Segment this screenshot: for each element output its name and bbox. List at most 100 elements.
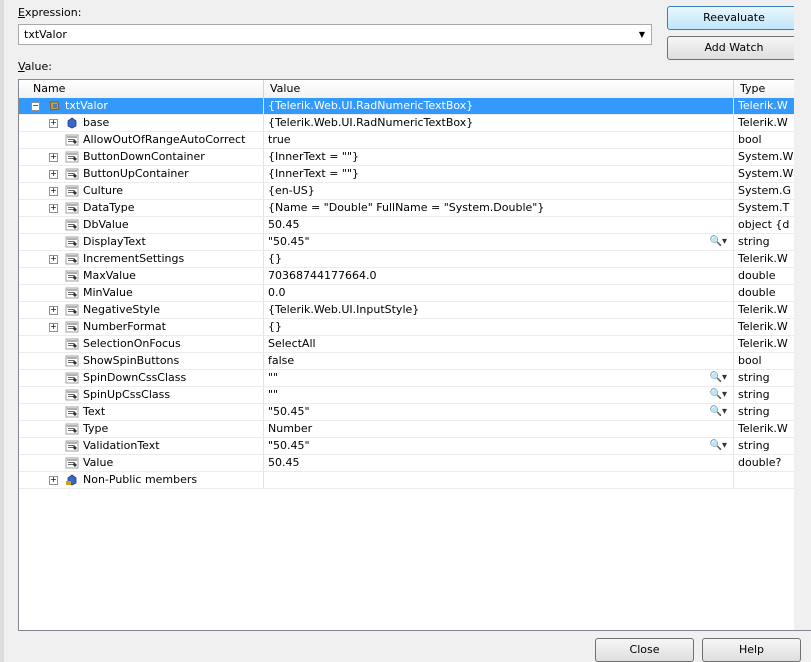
table-row[interactable]: Type Number Telerik.W (19, 421, 810, 438)
table-row[interactable]: SpinUpCssClass "" 🔍▾ string (19, 387, 810, 404)
property-icon (65, 219, 79, 231)
property-icon (65, 185, 79, 197)
collapse-icon[interactable]: − (31, 102, 40, 111)
close-button[interactable]: Close (595, 638, 694, 662)
expand-icon[interactable]: + (49, 323, 58, 332)
text-visualizer-icon[interactable]: 🔍▾ (710, 387, 727, 403)
expand-icon[interactable]: + (49, 119, 58, 128)
row-name: NegativeStyle (83, 303, 160, 316)
row-value: {Name = "Double" FullName = "System.Doub… (268, 201, 545, 214)
table-row[interactable]: DisplayText "50.45" 🔍▾ string (19, 234, 810, 251)
text-visualizer-icon[interactable]: 🔍▾ (710, 404, 727, 420)
table-row[interactable]: + NumberFormat{} Telerik.W (19, 319, 810, 336)
row-value: "50.45" (268, 235, 310, 248)
row-name: IncrementSettings (83, 252, 185, 265)
table-row[interactable]: ShowSpinButtons false bool (19, 353, 810, 370)
row-value: 70368744177664.0 (268, 269, 377, 282)
table-row[interactable]: + Culture {en-US} System.G (19, 183, 810, 200)
value-grid: Name Value Type − txtValor {Telerik.Web.UI… (18, 79, 811, 631)
column-header-value[interactable]: Value (264, 80, 734, 98)
expression-label: Expression: (18, 6, 82, 19)
table-row[interactable]: AllowOutOfRangeAutoCorrect true bool (19, 132, 810, 149)
expand-icon[interactable]: + (49, 153, 58, 162)
row-name-cell: SpinDownCssClass (19, 370, 264, 386)
table-row[interactable]: + NegativeStyle {Telerik.Web.UI.InputStyle… (19, 302, 810, 319)
dropdown-arrow-icon[interactable]: ▼ (635, 27, 649, 42)
row-value-cell[interactable]: 0.0 (264, 285, 734, 301)
reevaluate-button[interactable]: Reevaluate (667, 6, 801, 30)
column-header-name[interactable]: Name (19, 80, 264, 98)
row-value-cell[interactable]: {InnerText = ""} (264, 166, 734, 182)
row-value-cell[interactable]: {en-US} (264, 183, 734, 199)
row-name-cell: + Culture (19, 183, 264, 199)
help-button[interactable]: Help (702, 638, 801, 662)
table-row[interactable]: − txtValor {Telerik.Web.UI.RadNumericTextB… (19, 98, 810, 115)
expression-input[interactable]: txtValor (24, 28, 67, 41)
value-label: Value: (18, 60, 52, 73)
row-value-cell[interactable]: {Telerik.Web.UI.InputStyle} (264, 302, 734, 318)
row-name: AllowOutOfRangeAutoCorrect (83, 133, 246, 146)
row-value-cell[interactable]: SelectAll (264, 336, 734, 352)
row-value-cell[interactable]: false (264, 353, 734, 369)
table-row[interactable]: Text "50.45" 🔍▾ string (19, 404, 810, 421)
table-row[interactable]: + DataType {Name = "Double" FullName = "Sy… (19, 200, 810, 217)
property-icon (65, 321, 79, 333)
table-row[interactable]: DbValue 50.45 object {d (19, 217, 810, 234)
expand-icon[interactable]: + (49, 476, 58, 485)
add-watch-button[interactable]: Add Watch (667, 36, 801, 60)
table-row[interactable]: MinValue 0.0 double (19, 285, 810, 302)
table-row[interactable]: Value 50.45 double? (19, 455, 810, 472)
row-value: {en-US} (268, 184, 315, 197)
row-value-cell[interactable]: "50.45" 🔍▾ (264, 404, 734, 420)
row-value-cell[interactable]: Number (264, 421, 734, 437)
row-value-cell[interactable]: {Telerik.Web.UI.RadNumericTextBox} (264, 115, 734, 131)
row-value-cell[interactable]: {} (264, 319, 734, 335)
row-value-cell[interactable]: {Name = "Double" FullName = "System.Doub… (264, 200, 734, 216)
row-value: {InnerText = ""} (268, 150, 360, 163)
row-value-cell[interactable]: {InnerText = ""} (264, 149, 734, 165)
row-value-cell[interactable] (264, 472, 734, 488)
table-row[interactable]: + ButtonUpContainer {InnerText = ""} System… (19, 166, 810, 183)
row-value: Number (268, 422, 313, 435)
row-value-cell[interactable]: {} (264, 251, 734, 267)
property-icon (65, 202, 79, 214)
row-value-cell[interactable]: "" 🔍▾ (264, 370, 734, 386)
row-value-cell[interactable]: 50.45 (264, 455, 734, 471)
row-value-cell[interactable]: {Telerik.Web.UI.RadNumericTextBox} (264, 98, 734, 114)
expand-icon[interactable]: + (49, 255, 58, 264)
expand-icon[interactable]: + (49, 306, 58, 315)
row-name: Value (83, 456, 114, 469)
vertical-scrollbar[interactable] (794, 0, 811, 630)
row-name: Text (83, 405, 106, 418)
row-value-cell[interactable]: "" 🔍▾ (264, 387, 734, 403)
row-name: ValidationText (83, 439, 160, 452)
table-row[interactable]: SelectionOnFocus SelectAll Telerik.W (19, 336, 810, 353)
row-name-cell: + ButtonDownContainer (19, 149, 264, 165)
table-row[interactable]: MaxValue 70368744177664.0 double (19, 268, 810, 285)
table-row[interactable]: SpinDownCssClass "" 🔍▾ string (19, 370, 810, 387)
row-value-cell[interactable]: "50.45" 🔍▾ (264, 234, 734, 250)
expand-icon[interactable]: + (49, 187, 58, 196)
property-icon (65, 236, 79, 248)
table-row[interactable]: + base {Telerik.Web.UI.RadNumericTextBox} T… (19, 115, 810, 132)
row-value-cell[interactable]: 50.45 (264, 217, 734, 233)
text-visualizer-icon[interactable]: 🔍▾ (710, 438, 727, 454)
row-value: "" (268, 388, 279, 401)
text-visualizer-icon[interactable]: 🔍▾ (710, 234, 727, 250)
grid-header: Name Value Type (19, 80, 810, 99)
row-name-cell: Value (19, 455, 264, 471)
row-value: "50.45" (268, 405, 310, 418)
row-value-cell[interactable]: "50.45" 🔍▾ (264, 438, 734, 454)
table-row[interactable]: + IncrementSettings{} Telerik.W (19, 251, 810, 268)
expand-icon[interactable]: + (49, 204, 58, 213)
table-row[interactable]: ValidationText "50.45" 🔍▾ string (19, 438, 810, 455)
table-row[interactable]: + Non-Public members (19, 472, 810, 489)
text-visualizer-icon[interactable]: 🔍▾ (710, 370, 727, 386)
row-name: ShowSpinButtons (83, 354, 180, 367)
expand-icon[interactable]: + (49, 170, 58, 179)
row-value-cell[interactable]: true (264, 132, 734, 148)
expression-combobox[interactable]: txtValor ▼ (18, 24, 652, 45)
row-value-cell[interactable]: 70368744177664.0 (264, 268, 734, 284)
table-row[interactable]: + ButtonDownContainer {InnerText = ""} Syst… (19, 149, 810, 166)
row-name-cell: MaxValue (19, 268, 264, 284)
